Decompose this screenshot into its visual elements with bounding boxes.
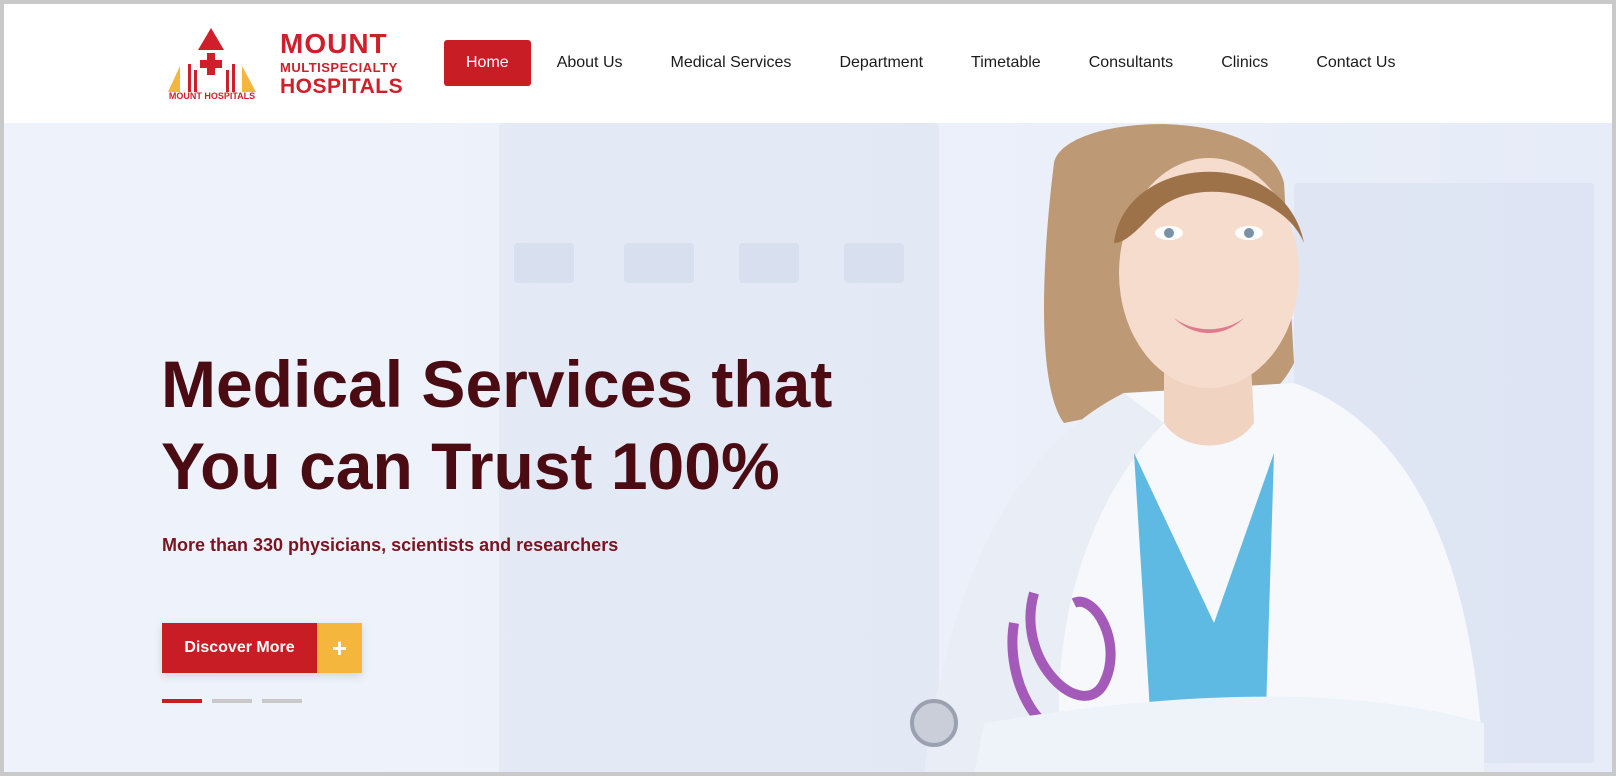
hero-slider: Medical Services that You can Trust 100%… — [4, 123, 1612, 772]
nav-consultants[interactable]: Consultants — [1089, 54, 1174, 72]
logo-mark-caption: MOUNT HOSPITALS — [169, 91, 255, 101]
slider-dot-2[interactable] — [212, 699, 252, 703]
hero-headline-line-1: Medical Services that — [161, 347, 833, 421]
hero-headline: Medical Services that You can Trust 100% — [161, 343, 881, 507]
nav-clinics[interactable]: Clinics — [1221, 54, 1268, 72]
nav-medical-services[interactable]: Medical Services — [671, 54, 792, 72]
nav-about-us[interactable]: About Us — [557, 54, 623, 72]
background-binder — [624, 243, 694, 283]
logo-line-2: MULTISPECIALTY — [280, 60, 398, 75]
slider-pagination — [162, 699, 312, 703]
background-binder — [739, 243, 799, 283]
slider-dot-3[interactable] — [262, 699, 302, 703]
hospital-logo-icon: MOUNT HOSPITALS — [162, 28, 262, 101]
doctor-photo — [910, 124, 1484, 772]
discover-more-label: Discover More — [162, 623, 317, 673]
nav-timetable[interactable]: Timetable — [971, 54, 1041, 72]
nav-contact-us[interactable]: Contact Us — [1316, 54, 1395, 72]
browser-frame: MOUNT HOSPITALS MOUNT MULTISPECIALTY HOS… — [0, 0, 1616, 776]
nav-home[interactable]: Home — [444, 40, 531, 86]
nav-department[interactable]: Department — [839, 54, 923, 72]
hero-headline-line-2: You can Trust 100% — [161, 429, 780, 503]
site-header: MOUNT HOSPITALS MOUNT MULTISPECIALTY HOS… — [4, 4, 1612, 123]
site-logo[interactable]: MOUNT HOSPITALS MOUNT MULTISPECIALTY HOS… — [160, 26, 404, 102]
background-binder — [514, 243, 574, 283]
logo-wordmark: MOUNT MULTISPECIALTY HOSPITALS — [280, 28, 404, 98]
logo-line-3: HOSPITALS — [280, 75, 404, 98]
hero-subheading: More than 330 physicians, scientists and… — [162, 535, 619, 555]
discover-more-button[interactable]: Discover More + — [162, 623, 362, 673]
slider-dot-1[interactable] — [162, 699, 202, 703]
logo-line-1: MOUNT — [280, 28, 388, 59]
plus-icon: + — [317, 623, 362, 673]
main-nav: Home About Us Medical Services Departmen… — [444, 40, 1395, 86]
